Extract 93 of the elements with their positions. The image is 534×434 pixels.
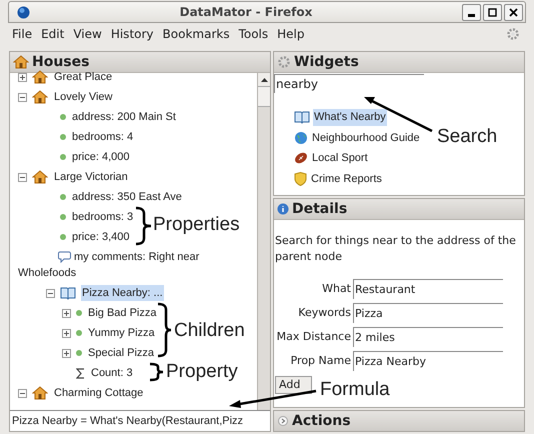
scrollbar-thumb[interactable] [258,87,270,107]
minimize-icon [467,14,476,16]
tree-item[interactable]: bedrooms: 3 [71,209,134,225]
input-field[interactable]: 2 miles [353,327,503,347]
menu-item[interactable]: Help [277,25,304,43]
tree-item[interactable]: my comments: Right near Wholefoods [18,249,218,281]
close-icon [509,8,518,16]
widget-item[interactable]: Crime Reports [310,170,383,187]
tree-item[interactable]: Big Bad Pizza [87,305,158,321]
tree-item[interactable]: price: 4,000 [71,149,130,165]
expander-toggle[interactable] [46,289,55,298]
speech-bubble-icon [58,251,71,263]
house-icon [32,90,48,104]
expander-toggle[interactable] [18,93,27,102]
expander-toggle[interactable] [62,309,71,318]
panel-title: Houses [32,52,90,72]
shield-icon [294,172,307,186]
panel-title: Widgets [294,52,359,72]
up-arrow-icon [260,77,268,82]
book-icon [60,286,76,300]
brace-drawing [150,362,164,382]
info-icon [277,203,289,215]
annotation-label: Properties [153,214,240,236]
close-button[interactable] [504,4,523,20]
search-field[interactable]: nearby [274,74,424,93]
scrollbar[interactable] [257,73,270,410]
tree-item[interactable]: Special Pizza [87,345,156,361]
plus-icon [63,350,70,357]
menu-item[interactable]: Tools [238,25,268,43]
brace-drawing [136,206,152,246]
menu-item[interactable]: History [110,25,154,43]
tree-item[interactable]: Count: 3 [90,365,134,381]
input-field[interactable]: Pizza [353,303,503,323]
brace-drawing [158,302,172,358]
plus-icon [19,74,26,81]
window-title: DataMator - Firefox [178,4,314,21]
plus-icon [63,310,70,317]
expander-toggle[interactable] [18,73,27,82]
panel-title: Actions [292,412,351,430]
annotation-label: Property [166,361,238,383]
field-label: Prop Name [290,352,351,369]
maximize-button[interactable] [483,4,502,20]
panel-title: Details [292,200,348,218]
tree-item[interactable]: bedrooms: 4 [71,129,134,145]
expander-toggle[interactable] [62,349,71,358]
annotation-label: Children [174,320,245,342]
input-field[interactable]: Restaurant [353,279,503,299]
house-icon [13,55,29,69]
field-label: Max Distance [276,328,351,345]
menu-item[interactable]: Edit [41,25,64,43]
description-text: Search for things near to the address of the parent node [274,233,517,265]
plus-icon [63,330,70,337]
gear-icon [277,55,291,69]
panel-header[interactable]: Actions [273,410,525,432]
widget-item[interactable]: What's Nearby [313,109,387,126]
expander-toggle[interactable] [18,173,27,182]
expander-toggle[interactable] [62,329,71,338]
tree-item[interactable]: Lovely View [53,89,114,105]
tree-item[interactable]: address: 350 East Ave [71,189,183,205]
tree-item[interactable]: Charming Cottage [53,385,144,401]
add-button[interactable]: Add [275,376,312,394]
house-icon [32,70,48,84]
globe-icon [17,6,30,18]
book-icon [294,110,310,124]
annotation-label: Search [437,126,498,148]
tree-item[interactable]: Pizza Nearby: ... [81,285,164,301]
house-icon [32,386,48,400]
globe-icon [294,130,308,145]
football-icon [294,151,308,166]
gear-icon [506,27,520,41]
house-icon [32,170,48,184]
menu-item[interactable]: Bookmarks [162,25,230,43]
menu-item[interactable]: View [73,25,102,43]
tree-item[interactable]: Large Victorian [53,169,129,185]
annotation-label: Formula [320,379,390,401]
minus-icon [19,94,26,101]
tree-item[interactable]: Great Place [53,69,114,85]
minus-icon [19,390,26,397]
field-label: Keywords [297,304,351,321]
minimize-button[interactable] [462,4,481,20]
widget-item[interactable]: Local Sport [311,150,369,166]
field-label: What [321,280,351,297]
widget-item[interactable]: Neighbourhood Guide [311,130,421,146]
input-field[interactable]: Pizza Nearby [353,351,503,371]
maximize-icon [488,8,497,16]
minus-icon [19,174,26,181]
tree-item[interactable]: price: 3,400 [71,229,130,245]
menu-item[interactable]: File [12,25,32,43]
minus-icon [47,290,54,297]
sigma-icon [76,368,85,378]
tree-item[interactable]: address: 200 Main St [71,109,177,125]
expander-toggle[interactable] [18,389,27,398]
tree-item[interactable]: Yummy Pizza [87,325,156,341]
